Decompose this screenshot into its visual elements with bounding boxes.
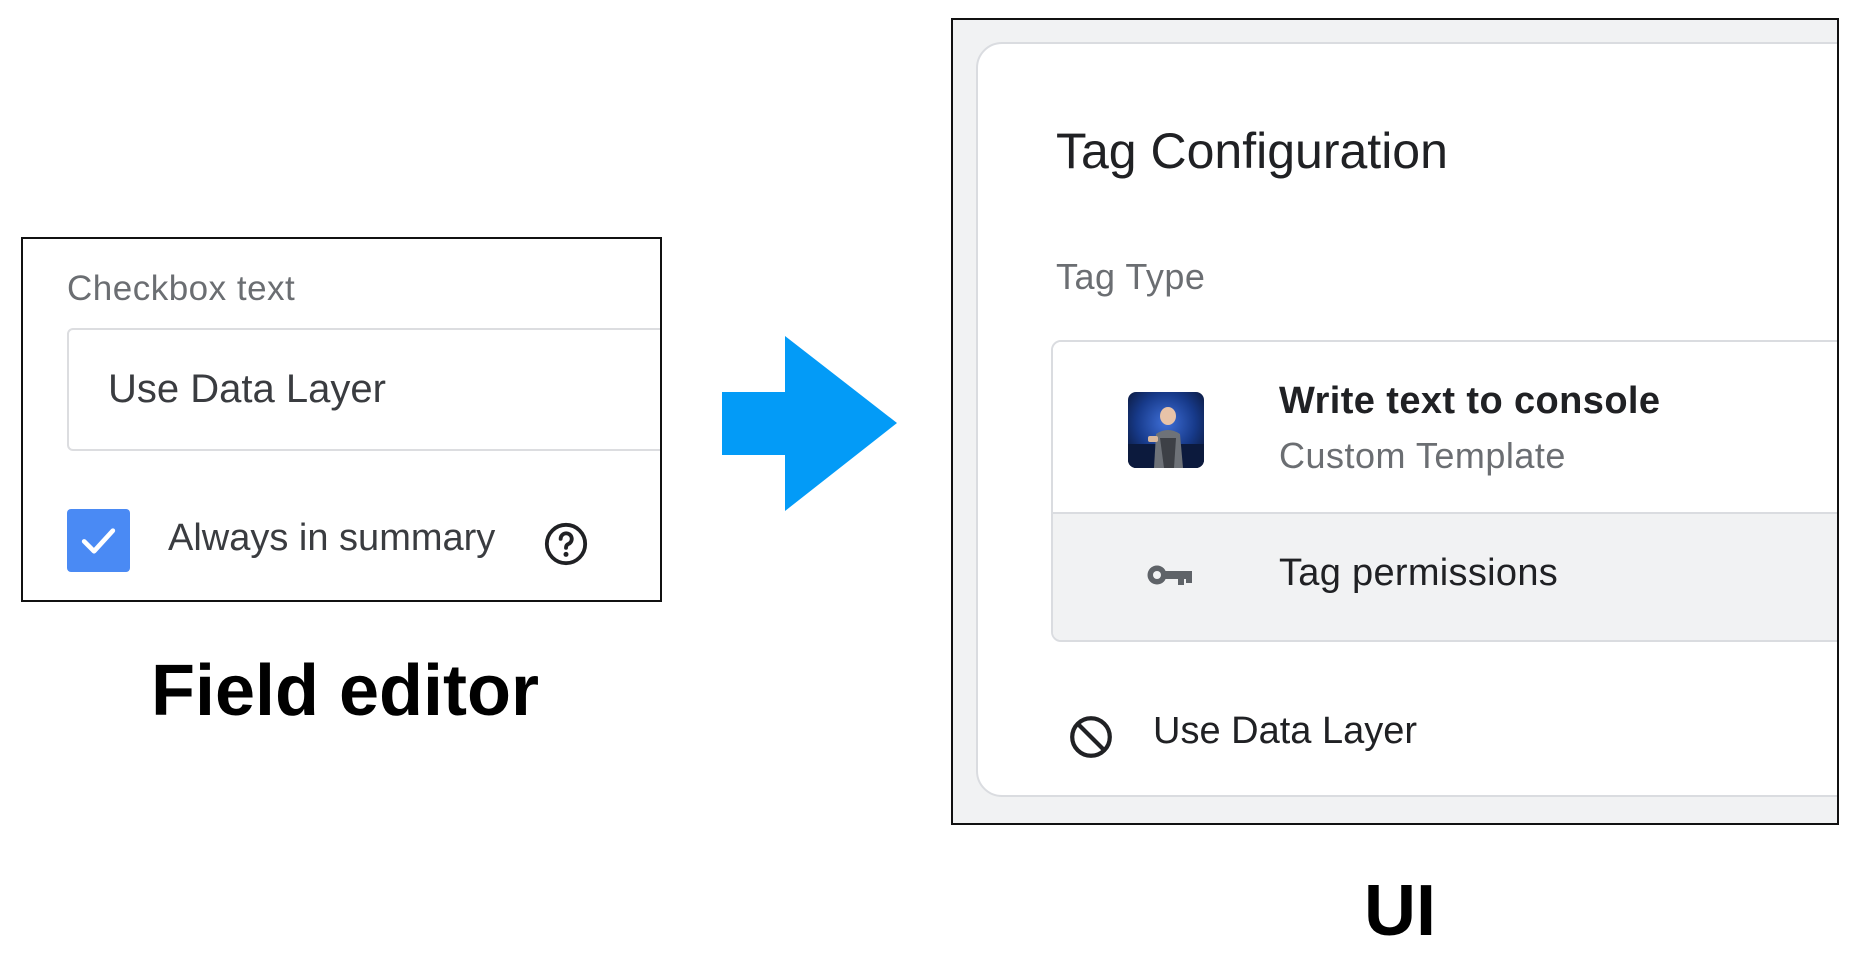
tag-type-box: Write text to console Custom Template Ta… bbox=[1051, 340, 1837, 642]
presenter-avatar bbox=[1128, 392, 1204, 468]
key-icon bbox=[1147, 565, 1192, 585]
right-arrow-icon bbox=[722, 336, 897, 511]
checkbox-text-input[interactable]: Use Data Layer bbox=[67, 328, 660, 451]
field-editor-panel: Checkbox text Use Data Layer Always in s… bbox=[21, 237, 662, 602]
tag-subtitle: Custom Template bbox=[1279, 435, 1566, 476]
tag-name: Write text to console bbox=[1279, 380, 1661, 422]
field-editor-caption: Field editor bbox=[150, 651, 540, 731]
tag-type-row[interactable]: Write text to console Custom Template bbox=[1053, 342, 1837, 514]
tag-type-label: Tag Type bbox=[1056, 256, 1206, 297]
question-circle-icon[interactable] bbox=[543, 521, 589, 567]
tag-permissions-row[interactable]: Tag permissions bbox=[1053, 514, 1837, 640]
tag-permissions-label: Tag permissions bbox=[1279, 552, 1559, 594]
always-in-summary-checkbox[interactable] bbox=[67, 509, 130, 572]
ui-caption: UI bbox=[1364, 871, 1436, 951]
checkbox-text-value: Use Data Layer bbox=[108, 367, 386, 411]
checkbox-text-label: Checkbox text bbox=[67, 269, 296, 308]
ui-panel: Tag Configuration Tag Type Write text to… bbox=[951, 18, 1839, 825]
avatar-image bbox=[1128, 392, 1204, 468]
checkmark-icon bbox=[81, 528, 116, 554]
tag-configuration-card: Tag Configuration Tag Type Write text to… bbox=[976, 42, 1837, 797]
use-data-layer-label: Use Data Layer bbox=[1153, 710, 1418, 752]
block-icon bbox=[1070, 716, 1112, 758]
tag-configuration-title: Tag Configuration bbox=[1056, 123, 1448, 179]
always-in-summary-label: Always in summary bbox=[168, 517, 496, 559]
